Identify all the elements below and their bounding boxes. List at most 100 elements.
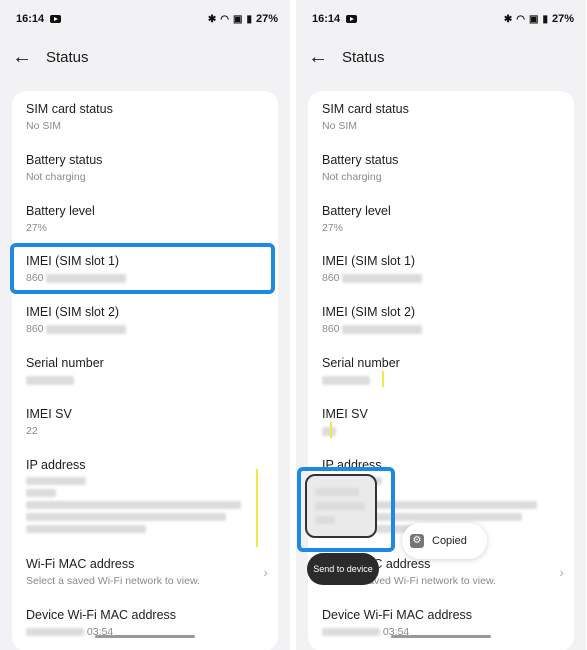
list-item-imei-sv[interactable]: IMEI SV <box>322 406 564 438</box>
redacted-value <box>26 525 146 533</box>
item-title: IMEI (SIM slot 2) <box>26 305 120 319</box>
list-item-imei-slot2[interactable]: IMEI (SIM slot 2) 860 <box>322 304 564 336</box>
imei-prefix: 860 <box>26 323 44 335</box>
app-bar: ← Status <box>12 44 278 70</box>
list-item-battery-status[interactable]: Battery status Not charging <box>322 152 564 184</box>
item-value: 860 <box>322 271 564 285</box>
list-item-imei-sv[interactable]: IMEI SV 22 <box>26 406 268 438</box>
item-value <box>322 424 564 438</box>
status-list: SIM card status No SIM Battery status No… <box>12 91 278 650</box>
list-item-battery-level[interactable]: Battery level 27% <box>26 203 268 235</box>
redacted-value <box>26 489 56 497</box>
youtube-notification-icon <box>346 15 358 23</box>
item-title: SIM card status <box>26 102 113 116</box>
item-title: Battery status <box>26 153 103 167</box>
highlight-box-clipboard <box>297 467 395 552</box>
toast-label: Copied <box>432 535 467 547</box>
clock: 16:14 <box>312 13 341 25</box>
redacted-value <box>322 375 370 385</box>
item-value <box>26 477 268 533</box>
list-item-serial-number[interactable]: Serial number <box>26 355 268 387</box>
item-title: IP address <box>26 458 86 472</box>
copied-toast: ⚙ Copied <box>402 523 487 559</box>
item-value: Select a saved Wi-Fi network to view. <box>26 575 200 587</box>
item-value <box>322 373 564 387</box>
item-value: 22 <box>26 425 38 437</box>
send-to-device-button[interactable]: Send to device <box>307 553 379 585</box>
item-value: 860 <box>26 322 268 336</box>
battery-saver-icon: ▣ <box>529 13 539 25</box>
page-title: Status <box>46 48 89 66</box>
marker-line <box>330 422 332 438</box>
item-title: Serial number <box>322 356 400 370</box>
clock: 16:14 <box>16 13 45 25</box>
list-item-wifi-mac[interactable]: Wi-Fi MAC address Select a saved Wi-Fi n… <box>26 556 268 588</box>
redacted-value <box>26 477 86 485</box>
list-item-imei-slot1[interactable]: IMEI (SIM slot 1) 860 <box>322 253 564 285</box>
battery-percent: 27% <box>255 13 278 25</box>
item-value <box>26 373 268 387</box>
item-title: Device Wi-Fi MAC address <box>322 608 473 622</box>
item-title: SIM card status <box>322 102 409 116</box>
item-value: No SIM <box>322 120 358 132</box>
item-value: 860 <box>322 322 564 336</box>
item-value: 27% <box>322 222 344 234</box>
redacted-value <box>26 513 226 521</box>
home-indicator <box>95 635 195 638</box>
item-value: 27% <box>26 222 48 234</box>
redacted-value <box>322 628 380 637</box>
page-title: Status <box>342 48 385 66</box>
status-bar: 16:14 ✱ ◠ ▣ ▮ 27% <box>16 8 278 30</box>
redacted-value <box>26 628 84 637</box>
status-bar: 16:14 ✱ ◠ ▣ ▮ 27% <box>312 8 574 30</box>
wifi-icon: ◠ <box>516 13 525 25</box>
item-title: IMEI (SIM slot 1) <box>322 254 416 268</box>
item-title: IMEI (SIM slot 2) <box>322 305 416 319</box>
app-bar: ← Status <box>308 44 574 70</box>
imei-prefix: 860 <box>322 323 340 335</box>
list-item-sim-status[interactable]: SIM card status No SIM <box>322 101 564 133</box>
list-item-battery-status[interactable]: Battery status Not charging <box>26 152 268 184</box>
copy-icon: ⚙ <box>410 534 424 548</box>
imei-prefix: 860 <box>322 272 340 284</box>
redacted-value <box>342 324 423 334</box>
item-title: Device Wi-Fi MAC address <box>26 608 177 622</box>
item-title: Battery level <box>26 204 95 218</box>
list-item-sim-status[interactable]: SIM card status No SIM <box>26 101 268 133</box>
chevron-right-icon: › <box>263 564 268 580</box>
battery-saver-icon: ▣ <box>233 13 243 25</box>
item-title: IMEI SV <box>322 407 368 421</box>
list-item-imei-slot2[interactable]: IMEI (SIM slot 2) 860 <box>26 304 268 336</box>
item-value: No SIM <box>26 120 62 132</box>
youtube-notification-icon <box>50 15 62 23</box>
chevron-right-icon: › <box>559 564 564 580</box>
back-arrow-icon[interactable]: ← <box>308 46 330 68</box>
battery-icon: ▮ <box>246 13 252 25</box>
wifi-icon: ◠ <box>220 13 229 25</box>
battery-icon: ▮ <box>542 13 548 25</box>
item-title: Battery status <box>322 153 399 167</box>
highlight-box-imei <box>10 243 275 294</box>
item-title: IMEI SV <box>26 407 72 421</box>
back-arrow-icon[interactable]: ← <box>12 46 34 68</box>
item-title: Battery level <box>322 204 391 218</box>
phone-screen-left: 16:14 ✱ ◠ ▣ ▮ 27% ← Status SIM card stat… <box>0 0 290 650</box>
redacted-value <box>322 426 336 436</box>
bluetooth-icon: ✱ <box>503 13 513 25</box>
battery-percent: 27% <box>551 13 574 25</box>
marker-line <box>382 371 384 387</box>
list-item-ip-address[interactable]: IP address <box>26 457 268 533</box>
redacted-value <box>46 324 127 334</box>
item-title: Serial number <box>26 356 104 370</box>
list-item-serial-number[interactable]: Serial number <box>322 355 564 387</box>
item-value: Not charging <box>26 171 86 183</box>
redacted-value <box>26 375 74 385</box>
redacted-value <box>26 501 241 509</box>
item-value: Not charging <box>322 171 382 183</box>
bluetooth-icon: ✱ <box>207 13 217 25</box>
item-title: Wi-Fi MAC address <box>26 557 135 571</box>
list-item-battery-level[interactable]: Battery level 27% <box>322 203 564 235</box>
marker-line <box>256 469 258 547</box>
redacted-value <box>342 273 423 283</box>
home-indicator <box>391 635 491 638</box>
